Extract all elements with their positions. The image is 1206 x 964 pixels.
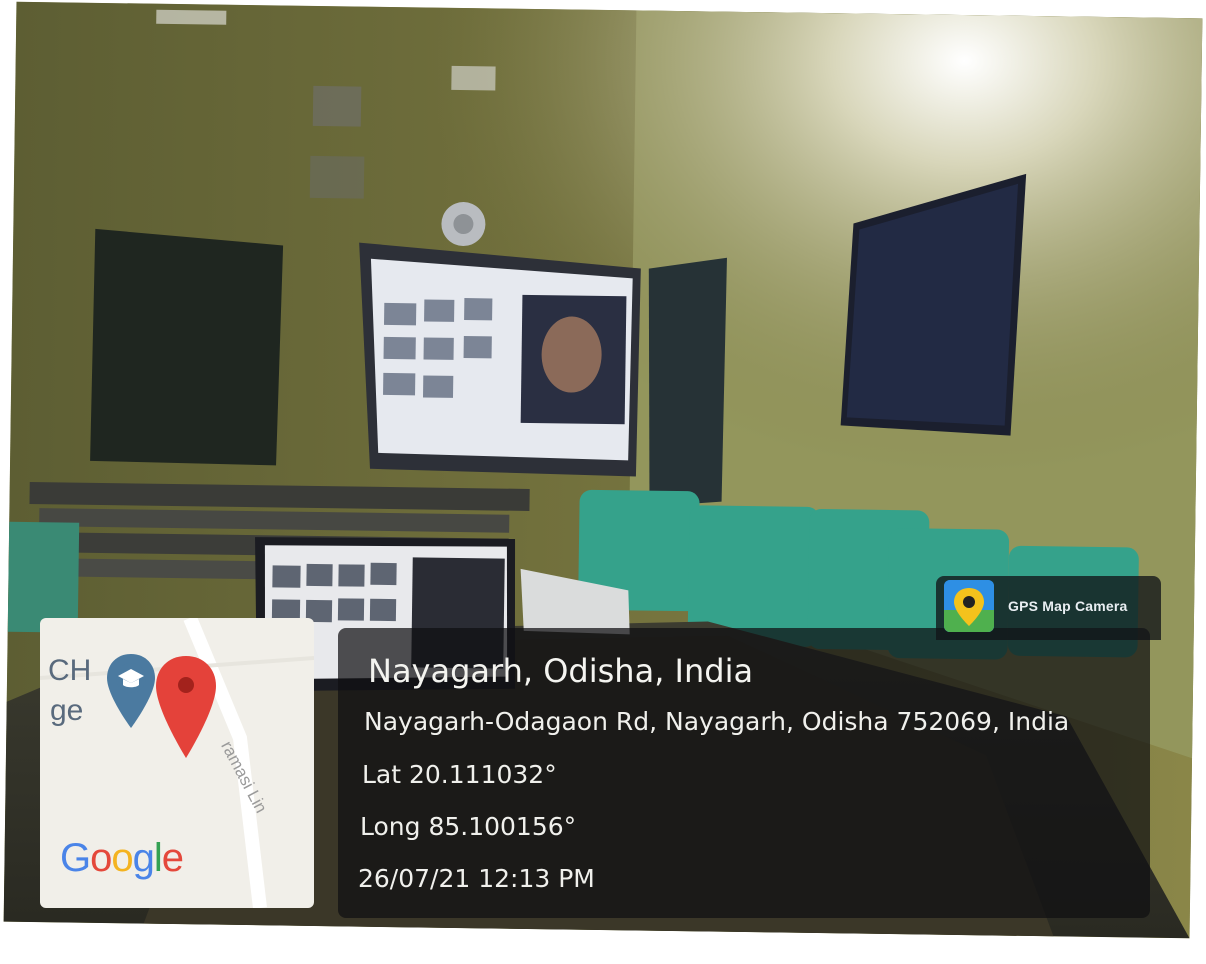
education-pin-icon [107, 654, 155, 728]
location-pin-icon [156, 656, 216, 758]
google-letter-e: e [161, 836, 184, 880]
google-logo: Google [60, 836, 184, 881]
map-pin-app-icon [944, 580, 994, 632]
google-letter-l: l [153, 836, 163, 880]
google-letter-o1: o [90, 836, 112, 880]
map-label-2: ge [50, 694, 84, 727]
location-title: Nayagarh, Odisha, India [368, 652, 754, 690]
google-letter-g: G [60, 836, 91, 880]
latitude-text: Lat 20.111032° [362, 760, 557, 789]
longitude-text: Long 85.100156° [360, 812, 577, 841]
google-letter-o2: o [111, 836, 133, 880]
address-text: Nayagarh-Odagaon Rd, Nayagarh, Odisha 75… [364, 707, 1070, 736]
datetime-text: 26/07/21 12:13 PM [358, 864, 595, 893]
mini-map: CH ge ramasi Lin Google [40, 618, 314, 908]
map-label-1: CH [48, 654, 92, 687]
google-letter-g2: g [132, 836, 155, 880]
app-name: GPS Map Camera [1008, 598, 1128, 614]
